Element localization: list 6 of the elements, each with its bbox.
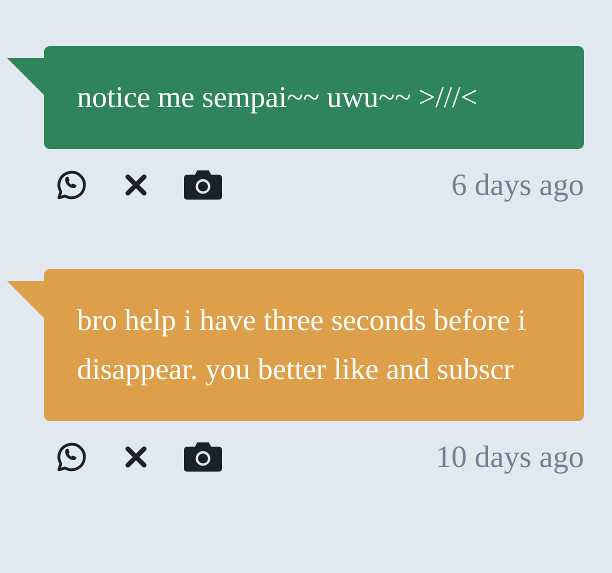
timestamp: 10 days ago	[436, 438, 584, 476]
camera-icon[interactable]	[184, 440, 222, 474]
timestamp: 6 days ago	[451, 166, 584, 204]
message-text: bro help i have three seconds before i disappear. you better like and subscr	[77, 303, 527, 388]
camera-icon[interactable]	[184, 168, 222, 202]
message-text: notice me sempai~~ uwu~~ >///<	[77, 80, 478, 116]
